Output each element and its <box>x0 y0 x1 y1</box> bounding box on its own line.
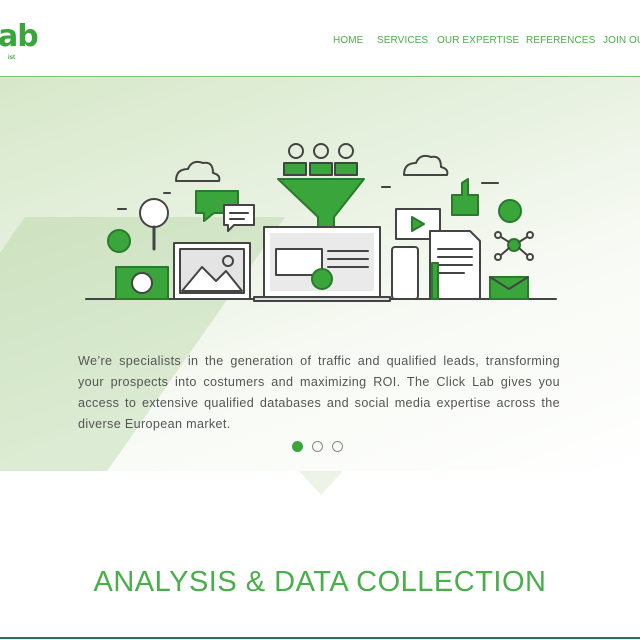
phone-icon <box>391 246 419 300</box>
hero-pointer <box>299 471 343 495</box>
laptop-icon <box>253 226 391 302</box>
marketing-illustration <box>85 143 557 302</box>
slide-dot-3[interactable] <box>332 441 343 452</box>
coin-icon <box>107 229 131 253</box>
nav-references[interactable]: REFERENCES <box>526 35 595 46</box>
thumbs-up-icon <box>451 178 479 216</box>
pencil-icon <box>431 262 439 300</box>
image-icon <box>173 242 251 300</box>
nav-join-us[interactable]: JOIN OU <box>603 35 640 46</box>
hero-slider: We’re specialists in the generation of t… <box>0 77 640 471</box>
nav-home[interactable]: HOME <box>333 35 363 46</box>
brand-tagline: ist <box>8 55 16 61</box>
people-icon <box>283 143 358 176</box>
section-title: ANALYSIS & DATA COLLECTION <box>93 566 547 599</box>
hero-description: We’re specialists in the generation of t… <box>78 353 560 431</box>
share-icon <box>494 231 534 261</box>
main-nav: HOME SERVICES OUR EXPERTISE REFERENCES J… <box>0 35 640 49</box>
section-icons-strip <box>0 630 640 640</box>
nav-services[interactable]: SERVICES <box>377 35 428 46</box>
slide-dot-1[interactable] <box>292 441 303 452</box>
cloud-icon <box>403 154 449 176</box>
coin-icon <box>498 199 522 223</box>
funnel-icon <box>277 178 365 234</box>
site-header: ab ist HOME SERVICES OUR EXPERTISE REFER… <box>0 0 640 77</box>
search-icon <box>139 198 169 251</box>
divider-line <box>0 637 640 639</box>
slide-dot-2[interactable] <box>312 441 323 452</box>
cloud-icon <box>175 160 221 182</box>
camera-icon <box>115 266 169 300</box>
nav-our-expertise[interactable]: OUR EXPERTISE <box>437 35 519 46</box>
envelope-icon <box>489 276 529 300</box>
